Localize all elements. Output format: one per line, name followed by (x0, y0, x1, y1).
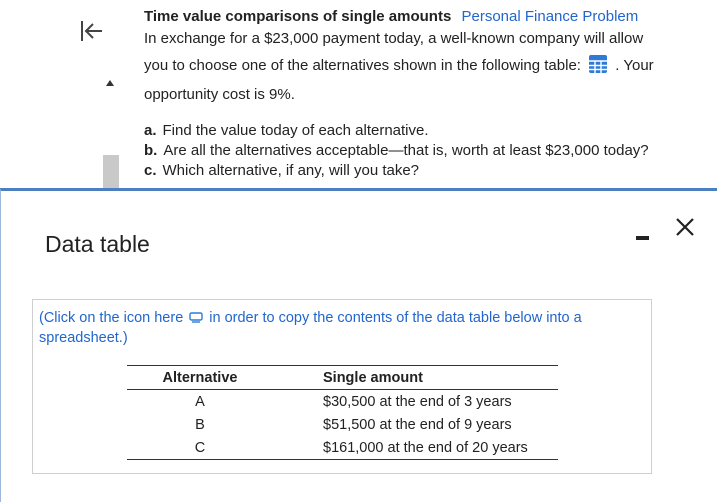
table-row: B $51,500 at the end of 9 years (127, 413, 558, 436)
cell-single-amount: $30,500 at the end of 3 years (323, 393, 512, 410)
question-line-2-text: you to choose one of the alternatives sh… (144, 57, 581, 74)
part-c-text: Which alternative, if any, will you take… (162, 162, 420, 179)
cell-alternative: A (195, 393, 205, 410)
data-table: Alternative Single amount A $30,500 at t… (127, 365, 558, 460)
question-line-2-end: . Your (615, 57, 654, 74)
table-icon[interactable] (588, 54, 608, 74)
close-icon[interactable] (673, 215, 697, 239)
question-text: Time value comparisons of single amounts… (144, 6, 709, 181)
question-line-2: you to choose one of the alternatives sh… (144, 54, 709, 77)
table-row: C $161,000 at the end of 20 years (127, 436, 558, 459)
part-c: c. Which alternative, if any, will you ta… (144, 161, 709, 181)
collapse-left-icon[interactable] (78, 17, 106, 45)
cell-single-amount: $161,000 at the end of 20 years (323, 439, 528, 456)
part-b-label: b. (144, 142, 158, 159)
copy-icon[interactable] (189, 309, 203, 323)
left-rail (0, 0, 128, 188)
header-single-amount: Single amount (323, 369, 423, 386)
table-header-row: Alternative Single amount (127, 366, 558, 389)
data-table-panel: (Click on the icon here in order to copy … (32, 299, 652, 474)
table-row: A $30,500 at the end of 3 years (127, 390, 558, 413)
cell-single-amount: $51,500 at the end of 9 years (323, 416, 512, 433)
question-tag: Personal Finance Problem (461, 8, 639, 25)
scrollbar-thumb[interactable] (103, 155, 119, 188)
part-c-label: c. (144, 162, 157, 179)
question-title: Time value comparisons of single amounts (144, 8, 452, 25)
part-a-label: a. (144, 122, 157, 139)
scroll-up-arrow-icon[interactable] (106, 80, 114, 86)
copy-note: (Click on the icon here in order to copy … (39, 308, 645, 348)
modal-title: Data table (45, 231, 150, 257)
part-b: b. Are all the alternatives acceptable—th… (144, 141, 709, 161)
part-b-text: Are all the alternatives acceptable—that… (163, 142, 649, 159)
part-a-text: Find the value today of each alternative… (162, 122, 429, 139)
cell-alternative: C (194, 439, 206, 456)
header-alternative: Alternative (162, 369, 238, 386)
part-a: a. Find the value today of each alternati… (144, 121, 709, 141)
table-bottom-rule (127, 459, 558, 460)
copy-note-before: (Click on the icon here (39, 310, 184, 326)
question-line-1: In exchange for a $23,000 payment today,… (144, 29, 644, 47)
question-parts: a. Find the value today of each alternati… (144, 121, 709, 181)
minimize-icon[interactable] (634, 226, 652, 244)
question-line-3: opportunity cost is 9%. (144, 85, 295, 103)
data-table-modal: Data table (Click on the icon here in ord… (0, 188, 717, 502)
cell-alternative: B (195, 416, 205, 433)
